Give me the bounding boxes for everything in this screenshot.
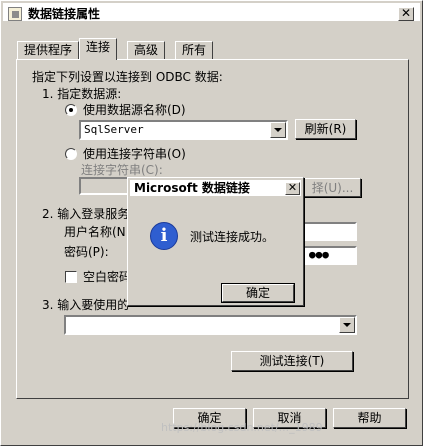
- step2-label: 2. 输入登录服务: [42, 207, 130, 221]
- connstr-field[interactable]: [79, 177, 131, 195]
- intro-text: 指定下列设置以连接到 ODBC 数据:: [32, 70, 223, 84]
- username-label: 用户名称(N: [64, 225, 126, 239]
- refresh-button[interactable]: 刷新(R): [295, 119, 356, 139]
- test-connection-button[interactable]: 测试连接(T): [231, 351, 353, 371]
- password-label: 密码(P):: [64, 245, 109, 259]
- dsn-radio[interactable]: [65, 104, 77, 116]
- dsn-dropdown-value: SqlServer: [84, 123, 144, 136]
- help-button[interactable]: 帮助: [333, 408, 406, 428]
- window-title: 数据链接属性: [28, 7, 101, 21]
- chevron-down-icon[interactable]: [339, 317, 355, 333]
- step1-label: 1. 指定数据源:: [42, 87, 122, 101]
- connstr-radio[interactable]: [65, 148, 77, 160]
- connstr-field-label: 连接字符串(C):: [81, 163, 163, 177]
- chevron-down-icon[interactable]: [270, 122, 286, 138]
- step3-label: 3. 输入要使用的: [42, 298, 130, 312]
- dsn-dropdown[interactable]: SqlServer: [79, 120, 288, 140]
- data-link-properties-window: 数据链接属性 ✕ 提供程序 连接 高级 所有 指定下列设置以连接到 ODBC 数…: [0, 0, 423, 446]
- connstr-radio-label: 使用连接字符串(O): [83, 147, 186, 161]
- build-connstr-button[interactable]: 择(U)...: [304, 178, 361, 197]
- close-icon[interactable]: ✕: [398, 7, 414, 21]
- information-icon: i: [150, 222, 178, 250]
- tab-advanced[interactable]: 高级: [127, 41, 166, 59]
- close-icon[interactable]: ✕: [285, 182, 300, 195]
- data-link-icon: [8, 7, 22, 21]
- blank-password-checkbox[interactable]: [65, 271, 77, 283]
- dialog-title: Microsoft 数据链接: [134, 181, 250, 195]
- initial-catalog-dropdown[interactable]: [64, 315, 357, 335]
- title-bar: 数据链接属性 ✕: [3, 3, 420, 21]
- watermark: https://blog.csdn.net/..._1989: [161, 421, 323, 434]
- tab-connection[interactable]: 连接: [79, 38, 118, 60]
- password-value: ●●●: [309, 248, 329, 261]
- dialog-message: 测试连接成功。: [190, 230, 275, 244]
- test-success-dialog: Microsoft 数据链接 ✕ i 测试连接成功。 确定: [127, 177, 304, 306]
- tab-provider[interactable]: 提供程序: [17, 41, 80, 59]
- username-field[interactable]: [301, 222, 357, 241]
- tab-all[interactable]: 所有: [175, 41, 214, 59]
- dsn-radio-label: 使用数据源名称(D): [83, 103, 186, 117]
- password-field[interactable]: ●●●: [301, 246, 357, 265]
- dialog-ok-button[interactable]: 确定: [221, 283, 295, 303]
- blank-password-label: 空白密码: [83, 270, 132, 284]
- dialog-title-bar: Microsoft 数据链接 ✕: [130, 180, 301, 196]
